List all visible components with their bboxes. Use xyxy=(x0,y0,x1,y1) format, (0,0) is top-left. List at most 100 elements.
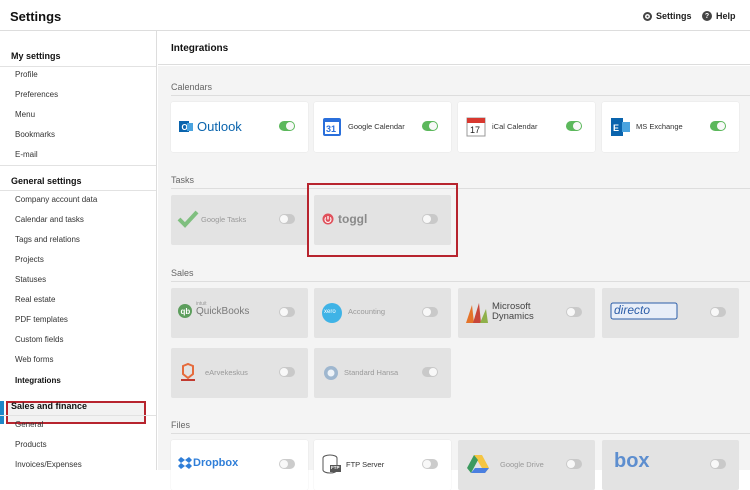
sidebar-item-integrations[interactable]: Integrations xyxy=(15,376,145,385)
integration-card-accounting[interactable]: xero Accounting xyxy=(314,288,451,338)
sidebar-item-email[interactable]: E-mail xyxy=(15,150,145,159)
sidebar-item-menu[interactable]: Menu xyxy=(15,110,145,119)
sidebar-item-company-account-data[interactable]: Company account data xyxy=(15,195,145,204)
gear-icon xyxy=(643,11,652,21)
integration-card-ftp-server[interactable]: FTP FTP Server xyxy=(314,440,451,490)
sidebar-item-calendar-and-tasks[interactable]: Calendar and tasks xyxy=(15,215,145,224)
integration-card-microsoft-dynamics[interactable]: Microsoft Dynamics xyxy=(458,288,595,338)
integration-card-dropbox[interactable]: Dropbox xyxy=(171,440,308,490)
integration-name: Google Tasks xyxy=(201,215,247,224)
integration-card-google-tasks[interactable]: Google Tasks xyxy=(171,195,308,245)
main-header: Integrations xyxy=(158,31,750,65)
integration-card-ical-calendar[interactable]: 17 iCal Calendar xyxy=(458,102,595,152)
google-calendar-logo-icon: 31 xyxy=(323,118,341,136)
sidebar-item-tags-and-relations[interactable]: Tags and relations xyxy=(15,235,145,244)
group-label-files: Files xyxy=(171,420,191,430)
integration-name: Dropbox xyxy=(193,457,239,469)
sidebar-section-sales-and-finance: Sales and finance xyxy=(11,401,88,411)
sidebar-item-preferences[interactable]: Preferences xyxy=(15,90,145,99)
svg-text:31: 31 xyxy=(326,124,336,134)
svg-text:O: O xyxy=(182,123,188,132)
integration-card-standard-hansa[interactable]: Standard Hansa xyxy=(314,348,451,398)
integration-card-google-calendar[interactable]: 31 Google Calendar xyxy=(314,102,451,152)
sidebar-item-custom-fields[interactable]: Custom fields xyxy=(15,335,145,344)
group-divider xyxy=(171,281,750,282)
sidebar-item-general[interactable]: General xyxy=(15,420,145,429)
ms-exchange-logo-icon: E xyxy=(611,118,630,136)
help-icon: ? xyxy=(702,11,712,21)
divider xyxy=(0,66,156,67)
integration-toggle[interactable] xyxy=(279,214,295,224)
integration-toggle[interactable] xyxy=(422,307,438,317)
integration-toggle[interactable] xyxy=(422,367,438,377)
integration-toggle[interactable] xyxy=(279,367,295,377)
group-divider xyxy=(171,188,750,189)
toggl-card-highlight xyxy=(307,183,458,257)
earvekeskus-logo-icon xyxy=(181,362,195,381)
integration-toggle[interactable] xyxy=(710,121,726,131)
sidebar-item-profile[interactable]: Profile xyxy=(15,70,145,79)
divider xyxy=(0,190,156,191)
group-label-calendars: Calendars xyxy=(171,82,213,92)
svg-text:qb: qb xyxy=(181,307,191,316)
sidebar-item-pdf-templates[interactable]: PDF templates xyxy=(15,315,145,324)
integration-name: Google Drive xyxy=(500,460,544,469)
integration-toggle[interactable] xyxy=(279,121,295,131)
ftp-brand-text: FTP xyxy=(331,465,340,470)
ical-calendar-logo-icon: 17 xyxy=(466,117,486,137)
integration-card-outlook[interactable]: O Outlook xyxy=(171,102,308,152)
settings-link-label: Settings xyxy=(656,11,692,21)
integration-name: Google Calendar xyxy=(348,122,405,131)
integration-toggle[interactable] xyxy=(566,459,582,469)
integration-name: Outlook xyxy=(197,119,242,134)
integration-toggle[interactable] xyxy=(710,307,726,317)
integration-card-box[interactable]: box xyxy=(602,440,739,490)
sidebar-section-general-settings: General settings xyxy=(11,176,82,186)
sidebar-item-bookmarks[interactable]: Bookmarks xyxy=(15,130,145,139)
integration-toggle[interactable] xyxy=(566,307,582,317)
settings-link[interactable]: Settings xyxy=(643,11,692,21)
dropbox-logo-icon xyxy=(178,457,192,469)
help-link[interactable]: ? Help xyxy=(702,11,736,21)
top-bar: Settings Settings ? Help xyxy=(0,0,750,31)
group-divider xyxy=(171,95,750,96)
group-label-sales: Sales xyxy=(171,268,194,278)
active-item-indicator xyxy=(0,401,4,424)
app-title: Settings xyxy=(10,9,62,24)
integration-name: FTP Server xyxy=(346,460,385,469)
sidebar-item-invoices-expenses[interactable]: Invoices/Expenses xyxy=(15,460,145,469)
group-divider xyxy=(171,433,750,434)
integration-name: MS Exchange xyxy=(636,122,683,131)
xero-brand-text: xero xyxy=(324,309,336,315)
integration-name: Standard Hansa xyxy=(344,368,399,377)
integration-toggle[interactable] xyxy=(566,121,582,131)
sidebar-item-real-estate[interactable]: Real estate xyxy=(15,295,145,304)
sidebar-item-projects[interactable]: Projects xyxy=(15,255,145,264)
integration-name: directo xyxy=(614,303,651,317)
sidebar-section-my-settings: My settings xyxy=(11,51,61,61)
sidebar-item-statuses[interactable]: Statuses xyxy=(15,275,145,284)
help-link-label: Help xyxy=(716,11,736,21)
integration-card-directo[interactable]: directo xyxy=(602,288,739,338)
integration-toggle[interactable] xyxy=(422,121,438,131)
page-title: Integrations xyxy=(171,43,229,54)
integration-card-ms-exchange[interactable]: E MS Exchange xyxy=(602,102,739,152)
integration-toggle[interactable] xyxy=(279,307,295,317)
sidebar-item-products[interactable]: Products xyxy=(15,440,145,449)
integration-card-quickbooks[interactable]: qb intuit QuickBooks xyxy=(171,288,308,338)
microsoft-dynamics-logo-icon xyxy=(466,303,488,323)
sidebar: My settings Profile Preferences Menu Boo… xyxy=(0,31,157,470)
integration-name: eArvekeskus xyxy=(205,368,248,377)
svg-text:17: 17 xyxy=(470,125,480,135)
sidebar-item-web-forms[interactable]: Web forms xyxy=(15,355,145,364)
integration-card-earvekeskus[interactable]: eArvekeskus xyxy=(171,348,308,398)
integration-name: Microsoft Dynamics xyxy=(492,301,534,322)
divider xyxy=(0,415,156,416)
integration-name: QuickBooks xyxy=(196,306,250,317)
integration-toggle[interactable] xyxy=(422,459,438,469)
integration-card-google-drive[interactable]: Google Drive xyxy=(458,440,595,490)
standard-hansa-logo-icon xyxy=(324,366,338,380)
integration-toggle[interactable] xyxy=(279,459,295,469)
divider xyxy=(0,165,156,166)
integration-toggle[interactable] xyxy=(710,459,726,469)
